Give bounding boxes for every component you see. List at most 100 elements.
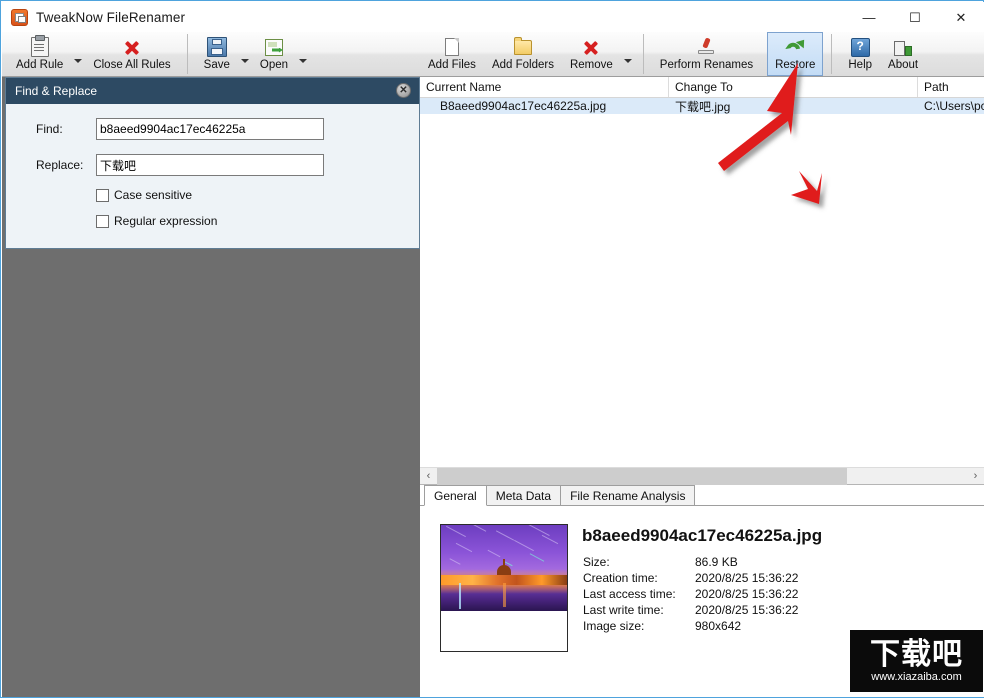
- toolbar-divider-1: [186, 34, 188, 74]
- light-beam-center: [503, 583, 506, 607]
- file-icon: [444, 36, 459, 58]
- replace-label: Replace:: [36, 158, 84, 172]
- close-icon: ✕: [955, 9, 967, 25]
- open-folder-arrow-icon: [264, 36, 283, 58]
- app-document-icon: [11, 8, 28, 26]
- about-label: About: [888, 59, 919, 71]
- perform-renames-button[interactable]: Perform Renames: [652, 32, 761, 76]
- property-key: Creation time:: [583, 571, 658, 585]
- chevron-down-icon: [240, 59, 249, 63]
- minimize-button[interactable]: —: [846, 2, 892, 32]
- open-dropdown[interactable]: [296, 32, 310, 76]
- window-title: TweakNow FileRenamer: [36, 9, 186, 25]
- property-value: 2020/8/25 15:36:22: [695, 587, 799, 601]
- scroll-right-icon[interactable]: ›: [967, 468, 984, 485]
- property-key: Image size:: [583, 619, 645, 633]
- property-key: Last access time:: [583, 587, 676, 601]
- column-header-change-to[interactable]: Change To: [669, 77, 918, 97]
- property-key: Last write time:: [583, 603, 664, 617]
- case-sensitive-checkbox[interactable]: [96, 188, 109, 202]
- regular-expression-row[interactable]: Regular expression: [96, 214, 419, 228]
- remove-button[interactable]: Remove: [562, 32, 621, 76]
- chevron-down-icon: [299, 59, 308, 63]
- application-window: TweakNow FileRenamer — ☐ ✕ Add Rule Clos…: [0, 0, 984, 698]
- main-toolbar: Add Rule Close All Rules Save Open Add F…: [2, 32, 984, 77]
- property-row: Image size: 980x642: [583, 618, 798, 634]
- close-all-rules-label: Close All Rules: [93, 59, 171, 71]
- regular-expression-label: Regular expression: [114, 214, 218, 228]
- scrollbar-thumb[interactable]: [437, 467, 847, 485]
- toolbar-divider-2: [642, 34, 644, 74]
- property-key: Size:: [583, 555, 610, 569]
- save-label: Save: [203, 59, 230, 71]
- add-rule-dropdown[interactable]: [71, 32, 85, 76]
- tab-file-rename-analysis[interactable]: File Rename Analysis: [560, 485, 696, 505]
- case-sensitive-label: Case sensitive: [114, 188, 193, 202]
- light-beam-left: [459, 583, 461, 609]
- toolbar-group-rules: Add Rule Close All Rules Save Open: [8, 32, 310, 76]
- close-button[interactable]: ✕: [938, 2, 984, 32]
- red-x-icon: [123, 36, 141, 58]
- add-files-label: Add Files: [428, 59, 476, 71]
- regular-expression-checkbox[interactable]: [96, 214, 109, 228]
- add-folders-button[interactable]: Add Folders: [484, 32, 562, 76]
- folder-icon: [513, 36, 532, 58]
- column-header-current-name[interactable]: Current Name: [420, 77, 669, 97]
- find-row: Find:: [36, 118, 419, 140]
- remove-label: Remove: [569, 59, 613, 71]
- scroll-left-icon[interactable]: ‹: [420, 468, 437, 485]
- find-label: Find:: [36, 122, 63, 136]
- chevron-down-icon: [74, 59, 83, 63]
- scrollbar-track[interactable]: [437, 467, 967, 485]
- maximize-icon: ☐: [909, 9, 921, 25]
- clipboard-icon: [30, 35, 49, 58]
- detail-file-name: b8aeed9904ac17ec46225a.jpg: [582, 526, 823, 545]
- file-list-header: Current Name Change To Path: [420, 77, 984, 98]
- close-icon[interactable]: ✕: [396, 83, 411, 98]
- cell-path: C:\Users\pc: [924, 99, 984, 113]
- close-all-rules-button[interactable]: Close All Rules: [85, 32, 178, 76]
- property-value: 2020/8/25 15:36:22: [695, 603, 799, 617]
- find-replace-panel: Find & Replace ✕ Find: Replace: Case sen…: [5, 77, 420, 249]
- help-button[interactable]: ? Help: [840, 32, 880, 76]
- title-bar: TweakNow FileRenamer — ☐ ✕: [2, 2, 984, 32]
- window-controls: — ☐ ✕: [846, 2, 984, 32]
- detail-tabs: General Meta Data File Rename Analysis: [420, 485, 984, 506]
- save-button[interactable]: Save: [196, 32, 238, 76]
- left-rules-pane: Find & Replace ✕ Find: Replace: Case sen…: [2, 77, 420, 697]
- tab-general[interactable]: General: [424, 485, 487, 506]
- open-label: Open: [259, 59, 289, 71]
- add-folders-label: Add Folders: [491, 59, 554, 71]
- tab-meta-data[interactable]: Meta Data: [485, 485, 562, 505]
- property-row: Last access time: 2020/8/25 15:36:22: [583, 586, 798, 602]
- stamp-icon: [697, 36, 715, 58]
- restore-button[interactable]: Restore: [767, 32, 824, 76]
- toolbar-group-files: Add Files Add Folders Remove Perform Ren…: [420, 32, 926, 76]
- remove-dropdown[interactable]: [621, 32, 635, 76]
- maximize-button[interactable]: ☐: [892, 2, 938, 32]
- add-rule-button[interactable]: Add Rule: [8, 32, 71, 76]
- save-dropdown[interactable]: [238, 32, 252, 76]
- find-input[interactable]: [96, 118, 324, 140]
- find-replace-header: Find & Replace ✕: [6, 78, 419, 104]
- horizontal-scrollbar[interactable]: ‹ ›: [420, 467, 984, 485]
- watermark-text: 下载吧: [870, 637, 963, 671]
- table-row[interactable]: B8aeed9904ac17ec46225a.jpg 下载吧.jpg C:\Us…: [420, 98, 984, 114]
- question-mark-icon: ?: [850, 36, 870, 58]
- add-files-button[interactable]: Add Files: [420, 32, 484, 76]
- about-button[interactable]: About: [880, 32, 926, 76]
- property-value: 980x642: [695, 619, 742, 633]
- column-header-path[interactable]: Path: [918, 77, 984, 97]
- property-value: 86.9 KB: [695, 555, 738, 569]
- minimize-icon: —: [862, 9, 876, 25]
- info-building-icon: [894, 36, 913, 58]
- floppy-disk-icon: [206, 36, 227, 58]
- file-list: Current Name Change To Path B8aeed9904ac…: [420, 77, 984, 485]
- property-row: Size: 86.9 KB: [583, 554, 798, 570]
- replace-input[interactable]: [96, 154, 324, 176]
- restore-arrow-icon: [785, 36, 805, 58]
- detail-properties: Size: 86.9 KB Creation time: 2020/8/25 1…: [583, 554, 798, 634]
- case-sensitive-row[interactable]: Case sensitive: [96, 188, 419, 202]
- toolbar-divider-3: [831, 34, 833, 74]
- open-button[interactable]: Open: [252, 32, 296, 76]
